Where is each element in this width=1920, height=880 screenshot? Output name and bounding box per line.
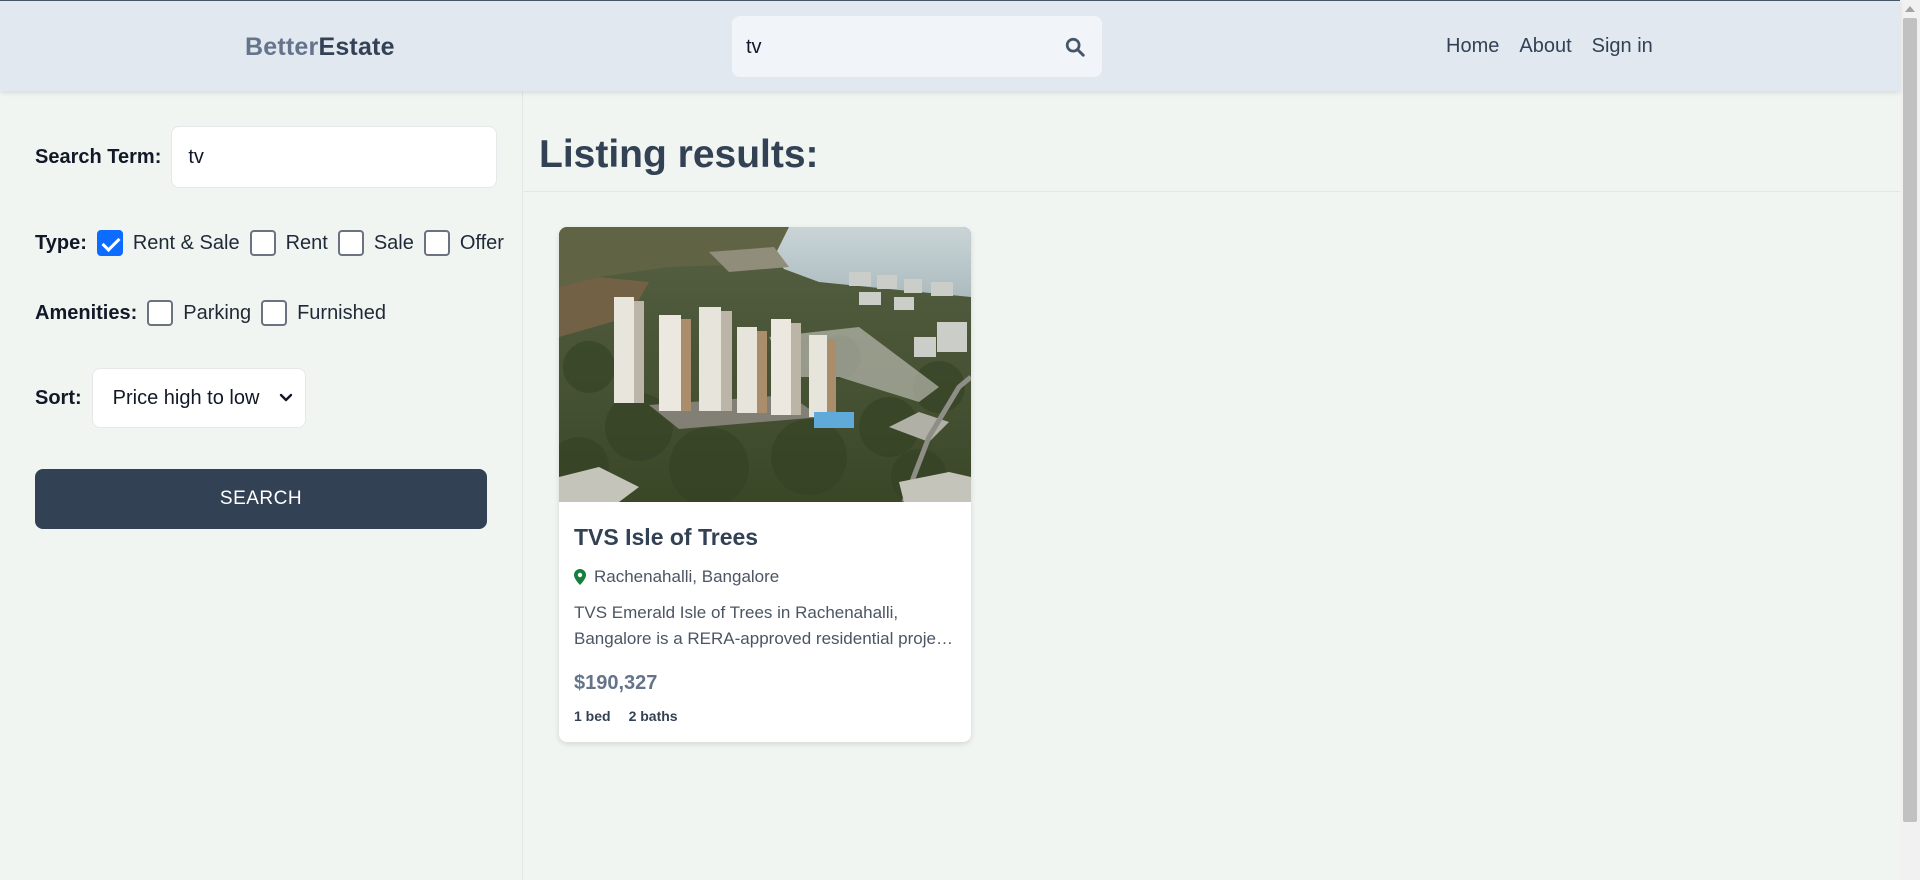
- furnished-checkbox[interactable]: [261, 300, 288, 326]
- search-button[interactable]: SEARCH: [35, 469, 487, 529]
- type-label: Type:: [35, 231, 87, 254]
- sort-select[interactable]: Price high to low: [91, 368, 306, 428]
- parking-label: Parking: [183, 301, 252, 324]
- listing-price: $190,327: [574, 672, 658, 694]
- listing-meta: 1 bed 2 baths: [574, 708, 678, 724]
- listing-baths: 2 baths: [628, 708, 678, 724]
- amenities-label: Amenities:: [35, 301, 138, 324]
- sort-row: Sort: Price high to low: [35, 368, 306, 428]
- top-search-button[interactable]: [1058, 30, 1092, 64]
- nav-sign-in[interactable]: Sign in: [1592, 35, 1653, 58]
- sale-checkbox[interactable]: [337, 230, 364, 256]
- parking-checkbox[interactable]: [147, 300, 174, 326]
- top-nav: Home About Sign in: [1446, 35, 1653, 58]
- divider: [524, 191, 1900, 192]
- search-term-label: Search Term:: [35, 145, 162, 168]
- amenities-row: Amenities: Parking Furnished: [35, 300, 386, 326]
- chevron-down-icon: [279, 393, 292, 402]
- map-pin-icon: [574, 569, 586, 585]
- search-term-row: Search Term:: [35, 126, 498, 188]
- header: BetterEstate Home About Sign in: [0, 0, 1900, 91]
- furnished-label: Furnished: [297, 301, 386, 324]
- scroll-up-arrow-icon[interactable]: [1905, 6, 1915, 12]
- amenity-option-furnished[interactable]: Furnished: [261, 300, 386, 326]
- offer-label: Offer: [459, 231, 504, 254]
- type-option-rent-and-sale[interactable]: Rent & Sale: [96, 230, 240, 256]
- top-search-bar: [732, 16, 1102, 77]
- listing-image: [559, 227, 971, 502]
- listing-title[interactable]: TVS Isle of Trees: [574, 524, 758, 551]
- top-search-input[interactable]: [746, 30, 1046, 64]
- amenity-option-parking[interactable]: Parking: [147, 300, 251, 326]
- listing-card[interactable]: TVS Isle of Trees Rachenahalli, Bangalor…: [559, 227, 971, 742]
- sort-selected-value: Price high to low: [112, 386, 260, 409]
- scrollbar[interactable]: [1900, 0, 1920, 880]
- logo[interactable]: BetterEstate: [245, 33, 395, 62]
- type-row: Type: Rent & Sale Rent Sale Offer: [35, 230, 504, 256]
- search-icon: [1065, 37, 1085, 57]
- scrollbar-thumb[interactable]: [1903, 18, 1917, 822]
- rent-checkbox[interactable]: [249, 230, 276, 256]
- results-panel: Listing results: TVS Isle of Trees Rache…: [524, 91, 1900, 880]
- page-title: Listing results:: [539, 133, 819, 176]
- filter-sidebar: Search Term: Type: Rent & Sale Rent Sale…: [0, 91, 523, 880]
- search-term-input[interactable]: [171, 126, 498, 188]
- logo-part-2: Estate: [318, 33, 395, 61]
- rent-and-sale-label: Rent & Sale: [132, 231, 240, 254]
- type-option-rent[interactable]: Rent: [249, 230, 328, 256]
- type-option-offer[interactable]: Offer: [423, 230, 504, 256]
- listing-beds: 1 bed: [574, 708, 611, 724]
- rent-label: Rent: [285, 231, 328, 254]
- offer-checkbox[interactable]: [423, 230, 450, 256]
- logo-part-1: Better: [245, 33, 319, 61]
- listing-location-text: Rachenahalli, Bangalore: [594, 567, 780, 586]
- listing-location: Rachenahalli, Bangalore: [574, 567, 779, 587]
- nav-about[interactable]: About: [1519, 35, 1571, 58]
- nav-home[interactable]: Home: [1446, 35, 1499, 58]
- sale-label: Sale: [373, 231, 414, 254]
- rent-and-sale-checkbox[interactable]: [96, 230, 123, 256]
- type-option-sale[interactable]: Sale: [337, 230, 414, 256]
- sort-label: Sort:: [35, 386, 82, 409]
- listing-description: TVS Emerald Isle of Trees in Rachenahall…: [574, 603, 950, 648]
